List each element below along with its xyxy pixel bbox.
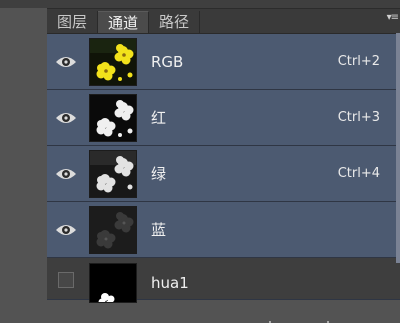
channel-name: 红 xyxy=(151,109,167,127)
channel-thumbnail-green xyxy=(89,149,137,198)
tab-paths[interactable]: 路径 xyxy=(149,11,201,33)
channel-name: 绿 xyxy=(151,165,167,183)
visibility-toggle[interactable] xyxy=(47,90,85,145)
panel-menu-icon[interactable]: ▾≡ xyxy=(387,12,399,23)
eye-icon xyxy=(56,56,76,67)
panel-scrollbar[interactable] xyxy=(396,33,400,263)
channel-row-green[interactable]: 绿 Ctrl+4 xyxy=(47,146,400,202)
workspace-top-bar xyxy=(0,0,47,8)
channel-row-blue[interactable]: 蓝 xyxy=(47,202,400,258)
channel-thumbnail-blue xyxy=(89,205,137,254)
channels-panel: 图层 通道 路径 ▾≡ RGB Ctrl+2 红 Ctrl+3 绿 Ctrl+4… xyxy=(47,0,400,323)
channel-thumbnail-red xyxy=(89,93,137,142)
channel-row-rgb[interactable]: RGB Ctrl+2 xyxy=(47,34,400,90)
channel-thumbnail-rgb xyxy=(89,37,137,86)
channel-name: RGB xyxy=(151,52,184,71)
panel-drag-bar[interactable] xyxy=(47,0,400,9)
channel-list: RGB Ctrl+2 红 Ctrl+3 绿 Ctrl+4 蓝 hua1 xyxy=(47,34,400,323)
tab-channels[interactable]: 通道 xyxy=(98,11,150,33)
channel-name: 蓝 xyxy=(151,221,167,239)
workspace-left-area xyxy=(0,0,47,300)
visibility-toggle[interactable] xyxy=(47,146,85,201)
visibility-empty-box xyxy=(58,272,74,288)
visibility-toggle[interactable] xyxy=(47,258,85,299)
tab-layers[interactable]: 图层 xyxy=(47,11,99,33)
eye-icon xyxy=(56,224,76,235)
eye-icon xyxy=(56,112,76,123)
eye-icon xyxy=(56,168,76,179)
panel-tabs: 图层 通道 路径 ▾≡ xyxy=(47,9,400,34)
channel-row-red[interactable]: 红 Ctrl+3 xyxy=(47,90,400,146)
channel-row-hua1[interactable]: hua1 xyxy=(47,258,400,303)
visibility-toggle[interactable] xyxy=(47,34,85,89)
channel-name: hua1 xyxy=(151,274,189,292)
channel-shortcut: Ctrl+3 xyxy=(337,110,380,125)
channel-shortcut: Ctrl+2 xyxy=(337,54,380,69)
visibility-toggle[interactable] xyxy=(47,202,85,257)
channel-shortcut: Ctrl+4 xyxy=(337,166,380,181)
channel-thumbnail-hua1 xyxy=(89,263,137,303)
